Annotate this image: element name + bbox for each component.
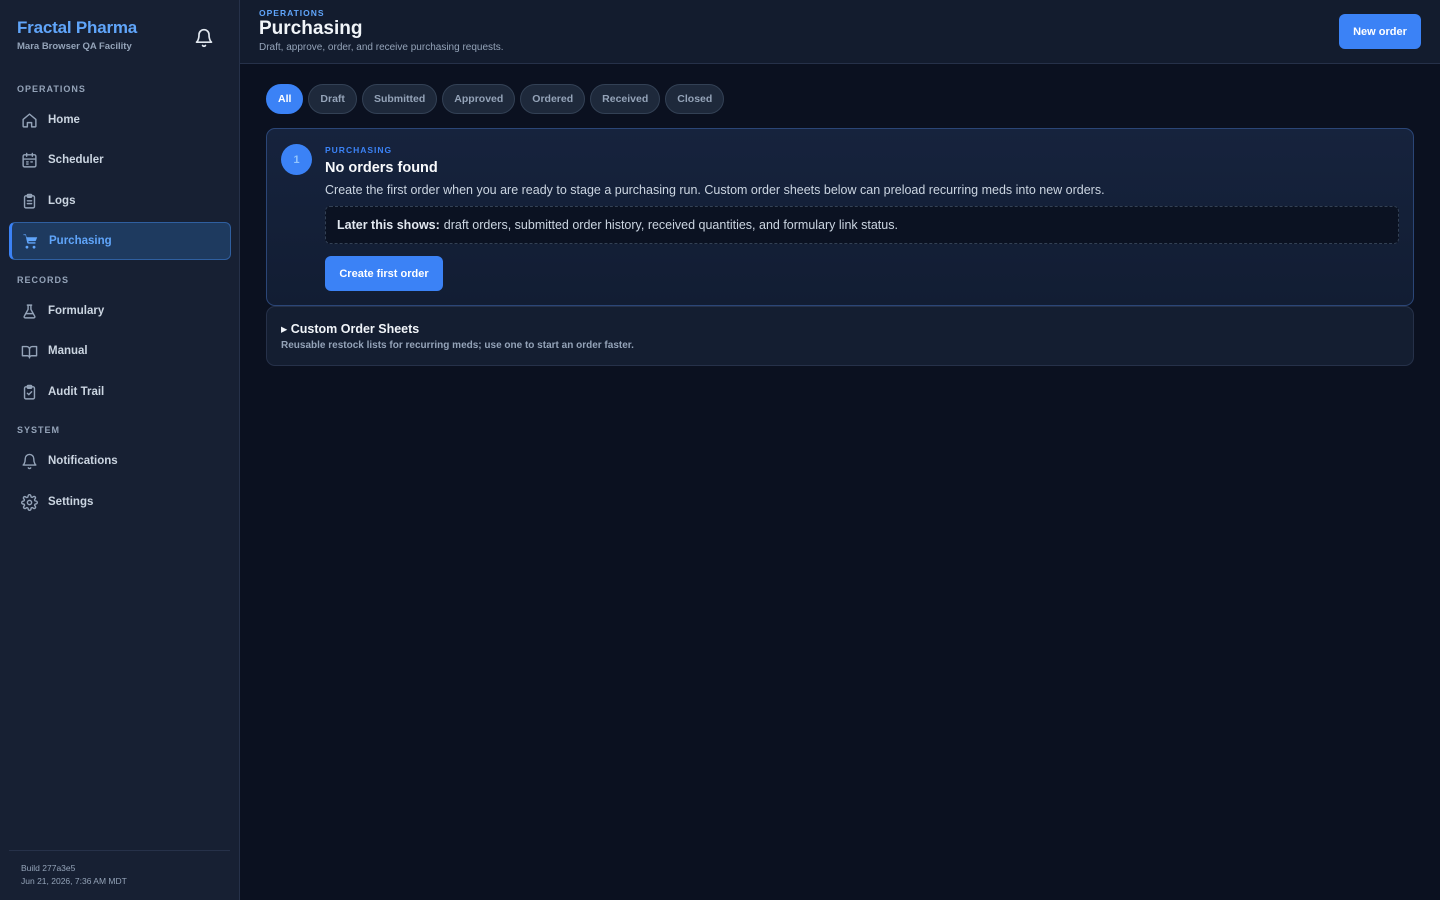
sidebar-item-label: Notifications (48, 455, 118, 467)
sidebar-item-notifications[interactable]: Notifications (9, 442, 231, 480)
filter-chip-ordered[interactable]: Ordered (520, 84, 586, 114)
sidebar-item-label: Scheduler (48, 154, 104, 166)
sidebar-item-label: Home (48, 114, 80, 126)
step-badge: 1 (281, 144, 312, 175)
clipboard-icon (20, 192, 38, 210)
create-first-order-button[interactable]: Create first order (325, 256, 443, 291)
nav-section-records: RECORDS (17, 275, 70, 285)
custom-order-sheets-disclosure[interactable]: ▸ Custom Order Sheets Reusable restock l… (266, 306, 1414, 366)
sidebar-item-label: Logs (48, 195, 76, 207)
page-subtitle: Draft, approve, order, and receive purch… (259, 42, 504, 53)
empty-state-title: No orders found (325, 160, 438, 176)
nav-section-operations: OPERATIONS (17, 84, 86, 94)
sidebar-item-logs[interactable]: Logs (9, 182, 231, 220)
sidebar-item-audit-trail[interactable]: Audit Trail (9, 373, 231, 411)
sidebar-item-settings[interactable]: Settings (9, 483, 231, 521)
cart-icon (21, 232, 39, 250)
nav-section-system: SYSTEM (17, 425, 61, 435)
page-eyebrow: OPERATIONS (259, 8, 325, 18)
page-header: OPERATIONS Purchasing Draft, approve, or… (240, 0, 1440, 64)
brand: Fractal Pharma Mara Browser QA Facility (17, 18, 137, 52)
filter-chip-all[interactable]: All (266, 84, 304, 114)
calendar-icon (20, 151, 38, 169)
filter-chip-closed[interactable]: Closed (665, 84, 725, 114)
sidebar-item-label: Settings (48, 496, 94, 508)
filter-chip-submitted[interactable]: Submitted (361, 84, 438, 114)
sidebar: Fractal Pharma Mara Browser QA Facility … (0, 0, 240, 900)
clipboard-check-icon (20, 383, 38, 401)
sidebar-item-home[interactable]: Home (9, 101, 231, 139)
custom-order-sheets-title: ▸ Custom Order Sheets (281, 322, 420, 336)
filter-chip-draft[interactable]: Draft (308, 84, 357, 114)
notifications-bell-button[interactable] (190, 24, 218, 52)
later-shows-text: draft orders, submitted order history, r… (443, 218, 898, 232)
sidebar-item-formulary[interactable]: Formulary (9, 292, 231, 330)
sidebar-item-purchasing[interactable]: Purchasing (9, 222, 231, 260)
main-content: OPERATIONS Purchasing Draft, approve, or… (240, 0, 1440, 900)
home-icon (20, 111, 38, 129)
later-shows-label: Later this shows: (337, 218, 440, 232)
empty-state-eyebrow: PURCHASING (325, 145, 393, 155)
empty-state-description: Create the first order when you are read… (325, 183, 1105, 197)
bell-icon (20, 452, 38, 470)
sidebar-item-scheduler[interactable]: Scheduler (9, 141, 231, 179)
new-order-button[interactable]: New order (1339, 14, 1421, 49)
filter-chip-approved[interactable]: Approved (442, 84, 516, 114)
brand-name: Fractal Pharma (17, 18, 138, 37)
status-filter-bar: All Draft Submitted Approved Ordered Rec… (266, 84, 725, 114)
sidebar-item-label: Manual (48, 345, 88, 357)
build-version: Build 277a3e5 (21, 863, 76, 873)
page-title: Purchasing (259, 18, 363, 39)
book-icon (20, 342, 38, 360)
later-shows-note: Later this shows: draft orders, submitte… (325, 206, 1399, 244)
facility-name: Mara Browser QA Facility (17, 41, 132, 52)
custom-order-sheets-subtitle: Reusable restock lists for recurring med… (281, 340, 634, 351)
empty-state-card: 1 PURCHASING No orders found Create the … (266, 128, 1414, 306)
sidebar-item-label: Formulary (48, 305, 105, 317)
gear-icon (20, 493, 38, 511)
sidebar-item-manual[interactable]: Manual (9, 332, 231, 370)
bell-icon (195, 28, 213, 48)
sidebar-item-label: Audit Trail (48, 386, 105, 398)
sidebar-item-label: Purchasing (49, 235, 112, 247)
flask-icon (20, 302, 38, 320)
sidebar-footer: Build 277a3e5 Jun 21, 2026, 7:36 AM MDT (9, 850, 230, 888)
filter-chip-received[interactable]: Received (590, 84, 661, 114)
app-shell: Fractal Pharma Mara Browser QA Facility … (0, 0, 1440, 900)
build-timestamp: Jun 21, 2026, 7:36 AM MDT (21, 876, 127, 886)
